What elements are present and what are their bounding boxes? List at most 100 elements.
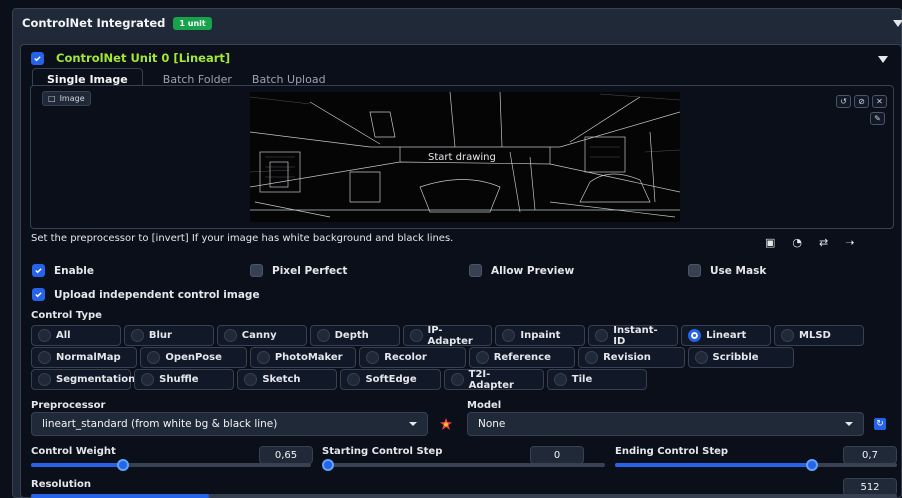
radio-icon[interactable] — [475, 351, 489, 364]
control-type-instant-id[interactable]: Instant-ID — [588, 325, 679, 347]
radio-icon[interactable] — [38, 329, 51, 342]
starting-step-value[interactable]: 0 — [530, 446, 584, 464]
radio-icon[interactable] — [38, 373, 51, 386]
chevron-down-icon — [845, 422, 853, 426]
control-type-label-text: Sketch — [262, 374, 301, 385]
control-type-revision[interactable]: Revision — [578, 347, 685, 368]
radio-icon[interactable] — [223, 329, 237, 342]
control-type-t2i-adapter[interactable]: T2I-Adapter — [443, 369, 544, 391]
image-label: □ Image — [42, 91, 91, 106]
resolution-slider[interactable] — [31, 494, 897, 498]
radio-icon[interactable] — [38, 351, 51, 364]
preprocessor-dropdown[interactable]: lineart_standard (from white bg & black … — [31, 412, 428, 436]
radio-icon[interactable] — [595, 329, 609, 342]
radio-icon[interactable] — [585, 351, 599, 364]
undo-icon[interactable]: ↺ — [836, 95, 851, 108]
slider-thumb[interactable] — [322, 459, 334, 471]
radio-icon[interactable] — [502, 329, 516, 342]
unit-collapse-icon[interactable] — [878, 56, 888, 63]
control-type-blur[interactable]: Blur — [123, 325, 214, 346]
control-weight-value[interactable]: 0,65 — [259, 446, 313, 464]
pixel-perfect-checkbox[interactable] — [250, 264, 263, 277]
radio-icon[interactable] — [409, 329, 423, 342]
accordion-title: ControlNet Integrated — [22, 16, 166, 30]
image-icon: □ — [48, 94, 56, 103]
unit-count-badge: 1 unit — [173, 16, 212, 30]
radio-icon[interactable] — [141, 373, 155, 386]
pixel-perfect-label: Pixel Perfect — [272, 264, 348, 277]
use-mask-label: Use Mask — [710, 264, 767, 277]
control-type-label-text: MLSD — [799, 330, 831, 341]
control-type-label-text: Lineart — [706, 330, 747, 341]
control-type-ip-adapter[interactable]: IP-Adapter — [402, 325, 493, 347]
control-type-label-text: Inpaint — [520, 330, 561, 341]
enable-option[interactable]: Enable — [32, 264, 94, 277]
control-weight-slider[interactable] — [31, 459, 311, 471]
allow-preview-checkbox[interactable] — [469, 264, 482, 277]
resolution-slider-fill — [31, 494, 209, 498]
control-type-label-text: SoftEdge — [365, 374, 417, 385]
pixel-perfect-option[interactable]: Pixel Perfect — [250, 264, 347, 277]
radio-icon[interactable] — [366, 351, 380, 364]
control-type-canny[interactable]: Canny — [216, 325, 307, 346]
radio-icon[interactable] — [781, 329, 794, 342]
control-type-photomaker[interactable]: PhotoMaker — [249, 347, 357, 368]
radio-icon[interactable] — [694, 351, 708, 364]
radio-icon[interactable] — [130, 329, 144, 342]
radio-icon[interactable] — [147, 351, 161, 364]
control-type-lineart[interactable]: Lineart — [681, 325, 771, 346]
use-mask-option[interactable]: Use Mask — [688, 264, 766, 277]
control-type-sketch[interactable]: Sketch — [237, 369, 338, 390]
control-type-softedge[interactable]: SoftEdge — [340, 369, 441, 390]
control-type-openpose[interactable]: OpenPose — [140, 347, 247, 368]
run-preprocessor-icon[interactable] — [440, 418, 452, 430]
upload-independent-checkbox[interactable] — [32, 288, 45, 301]
new-canvas-icon[interactable]: ▣ — [765, 236, 775, 249]
control-type-label-text: OpenPose — [165, 352, 222, 363]
control-type-recolor[interactable]: Recolor — [359, 347, 466, 368]
accordion-header[interactable]: ControlNet Integrated 1 unit — [22, 16, 212, 30]
swap-icon[interactable]: ⇄ — [819, 236, 828, 249]
control-type-label-text: Reference — [493, 352, 551, 363]
model-dropdown[interactable]: None — [467, 412, 864, 436]
radio-icon[interactable] — [244, 373, 258, 386]
control-type-mlsd[interactable]: MLSD — [774, 325, 864, 346]
control-type-scribble[interactable]: Scribble — [687, 347, 794, 368]
send-dimensions-icon[interactable]: ➝ — [845, 236, 854, 249]
radio-icon[interactable] — [256, 351, 270, 364]
ending-step-label: Ending Control Step — [615, 446, 729, 457]
canvas-overlay-text: Start drawing — [428, 152, 496, 163]
allow-preview-option[interactable]: Allow Preview — [469, 264, 574, 277]
unit-header[interactable]: ControlNet Unit 0 [Lineart] — [31, 51, 230, 65]
close-icon[interactable]: ✕ — [872, 95, 887, 108]
starting-step-slider[interactable] — [322, 459, 605, 471]
radio-icon[interactable] — [688, 329, 702, 342]
control-type-normalmap[interactable]: NormalMap — [31, 347, 138, 368]
radio-icon[interactable] — [450, 373, 464, 386]
use-mask-checkbox[interactable] — [688, 264, 701, 277]
radio-icon[interactable] — [347, 373, 361, 386]
ending-step-value[interactable]: 0,7 — [843, 446, 897, 464]
control-type-inpaint[interactable]: Inpaint — [495, 325, 586, 346]
refresh-models-icon[interactable]: ↻ — [874, 418, 886, 430]
enable-label: Enable — [54, 264, 94, 277]
control-type-reference[interactable]: Reference — [468, 347, 576, 368]
control-type-depth[interactable]: Depth — [309, 325, 400, 346]
control-type-label-text: Revision — [603, 352, 651, 363]
control-type-tile[interactable]: Tile — [546, 369, 647, 390]
upload-independent-option[interactable]: Upload independent control image — [32, 288, 260, 301]
brush-icon[interactable]: ✎ — [870, 112, 885, 125]
radio-icon[interactable] — [316, 329, 330, 342]
enable-checkbox[interactable] — [32, 264, 45, 277]
ending-step-slider[interactable] — [615, 459, 897, 471]
control-type-segmentation[interactable]: Segmentation — [31, 369, 135, 390]
control-type-shuffle[interactable]: Shuffle — [134, 369, 235, 390]
camera-icon[interactable]: ◔ — [792, 236, 802, 249]
radio-icon[interactable] — [553, 373, 567, 386]
accordion-collapse-icon[interactable] — [893, 20, 902, 27]
slider-fill — [615, 463, 813, 467]
control-weight-label: Control Weight — [31, 446, 116, 457]
unit-enabled-checkbox[interactable] — [31, 51, 44, 65]
clear-icon[interactable]: ⊘ — [854, 95, 869, 108]
control-type-all[interactable]: All — [31, 325, 121, 346]
